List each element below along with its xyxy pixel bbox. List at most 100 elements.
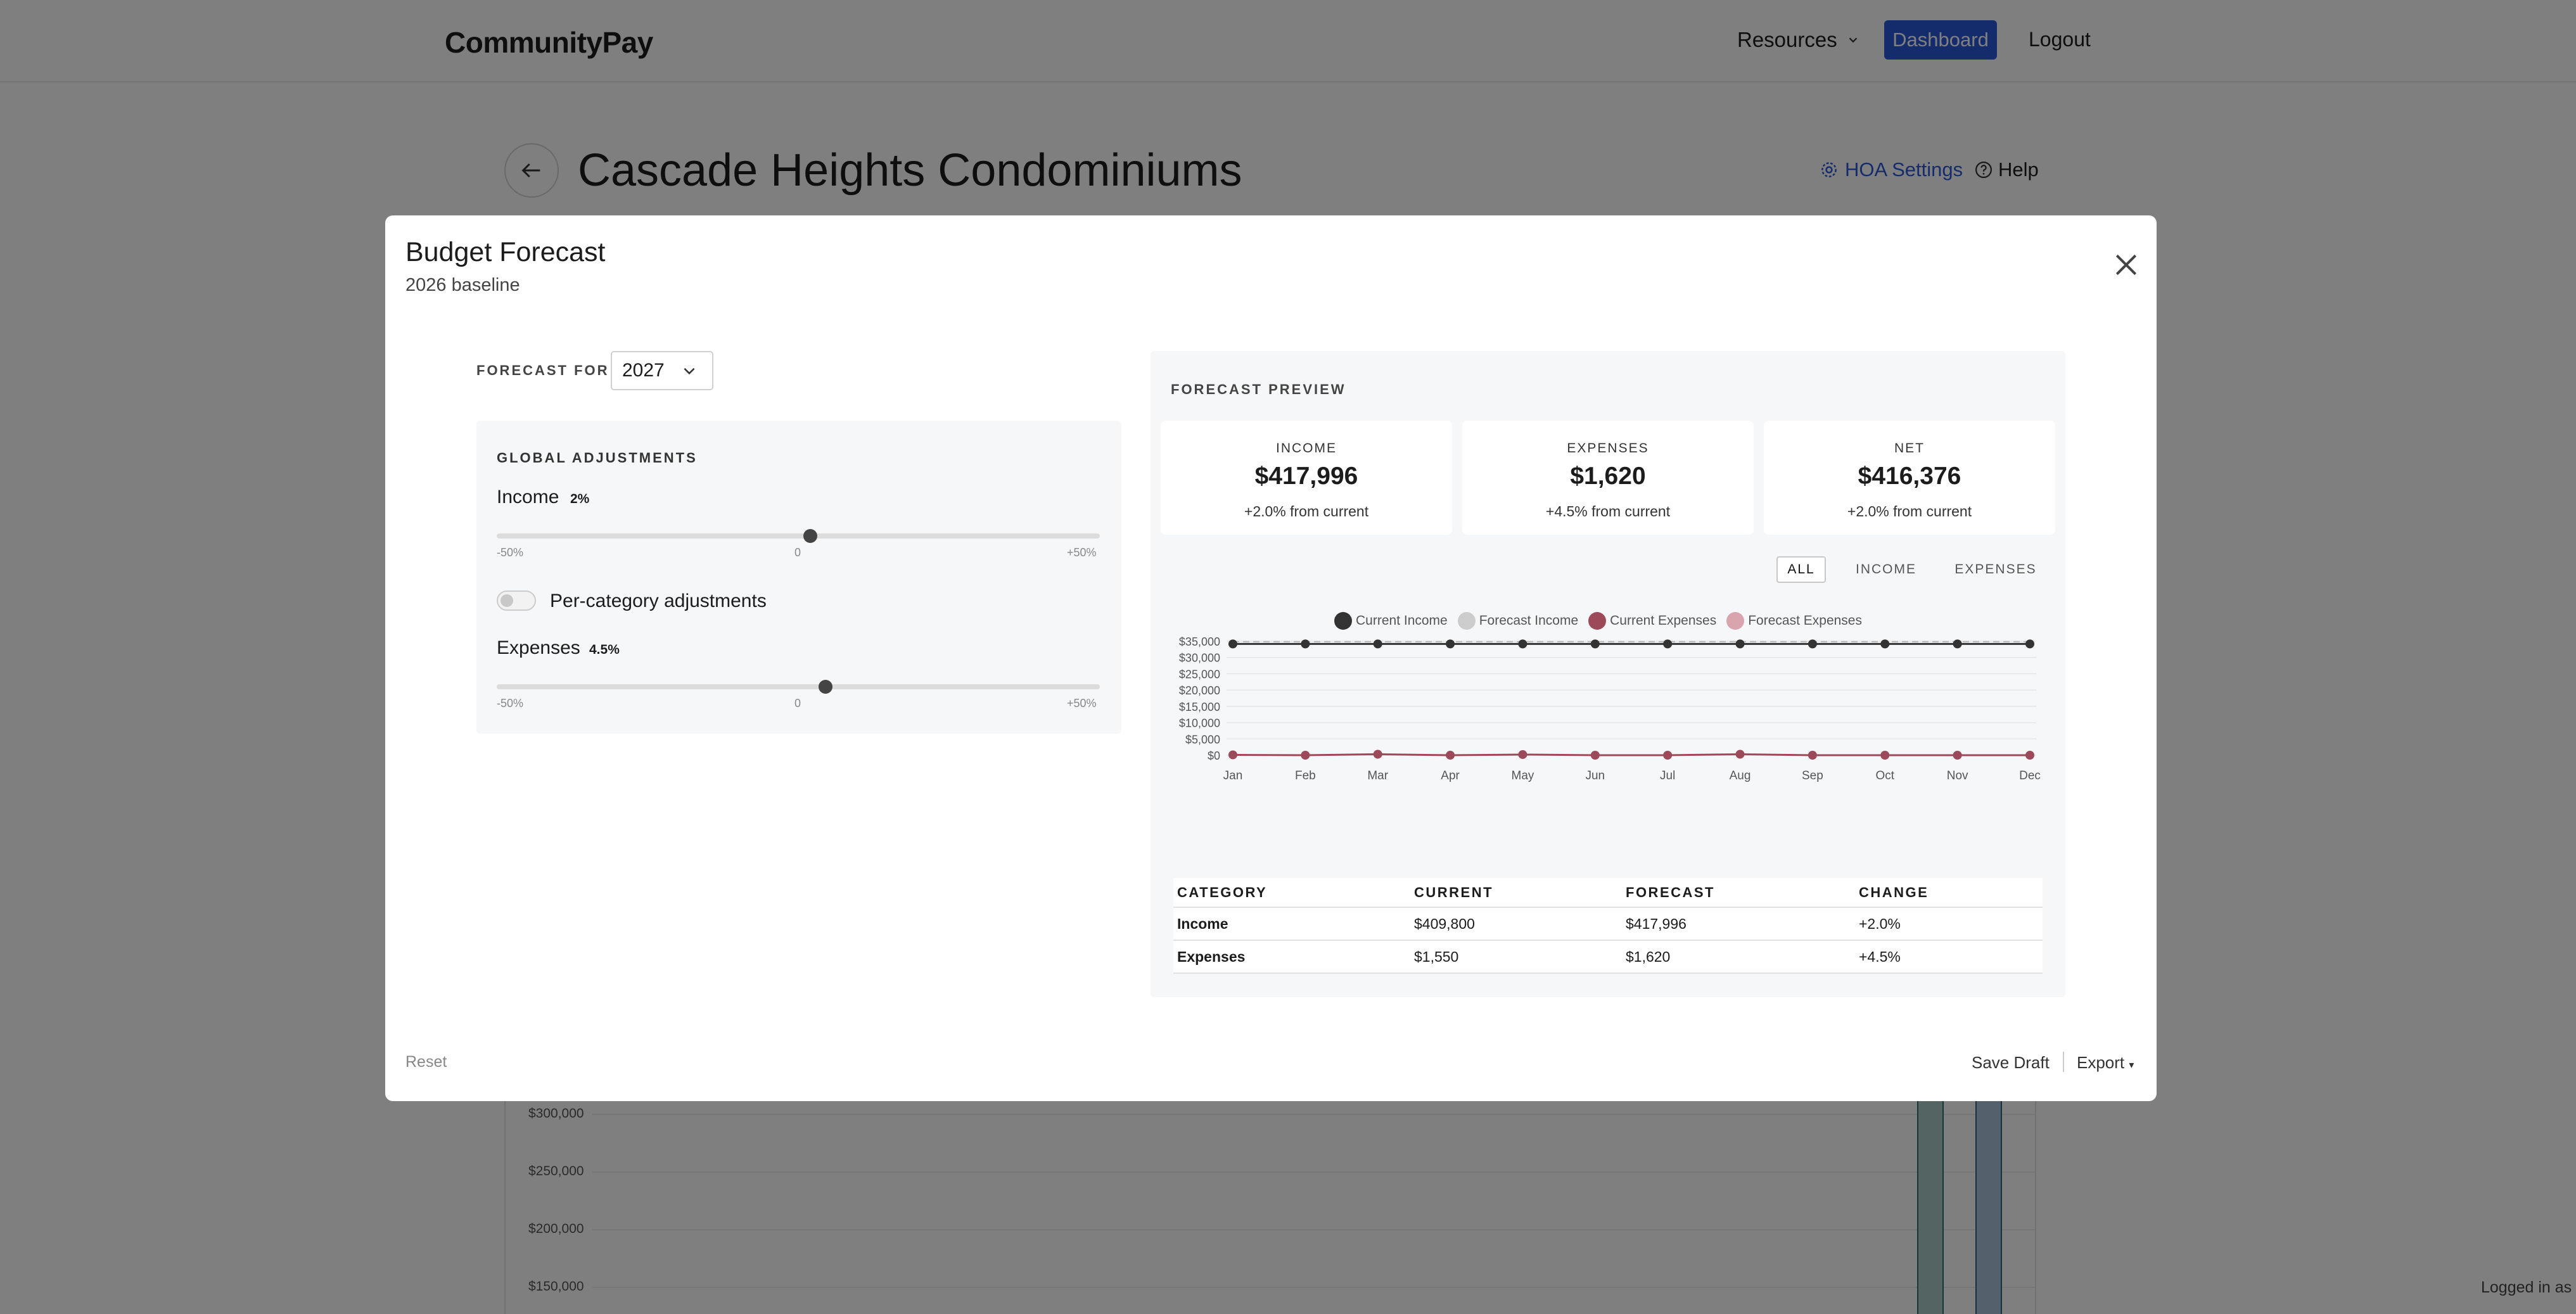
filter-tab-income[interactable]: INCOME [1851, 556, 1921, 583]
income-slider-handle[interactable] [803, 529, 818, 543]
forecast-year-select[interactable]: 2027 [611, 351, 713, 390]
y-tick-label: $35,000 [1179, 635, 1220, 648]
income-adjust-label: Income [497, 487, 559, 507]
x-tick-label: Mar [1367, 769, 1388, 782]
slider-max-label: +50% [1067, 697, 1097, 710]
export-button[interactable]: Export ▾ [2077, 1053, 2134, 1073]
forecast-line-chart: $35,000 $30,000 $25,000 $20,000 $15,000 $10,0… [1179, 635, 2041, 782]
summary-card-expenses: EXPENSES $1,620 +4.5% from current [1462, 421, 1754, 535]
summary-change: +2.0% from current [1847, 503, 1972, 520]
x-tick-label: May [1512, 769, 1534, 782]
legend-item[interactable]: Forecast Income [1457, 612, 1579, 630]
summary-value: $416,376 [1858, 462, 1961, 490]
table-cell: Income [1173, 907, 1410, 941]
data-point [1590, 751, 1600, 760]
global-adjustments-panel: GLOBAL ADJUSTMENTS Income 2% -50% 0 +50%… [476, 421, 1121, 734]
data-point [1880, 751, 1890, 760]
x-tick-label: Dec [2019, 769, 2041, 782]
legend-swatch [1588, 612, 1607, 630]
legend-swatch [1334, 612, 1352, 630]
y-tick-label: $25,000 [1179, 668, 1220, 680]
y-tick-label: $15,000 [1179, 701, 1220, 713]
legend-swatch [1726, 612, 1745, 630]
chart-legend: Current Income Forecast Income Current E… [1334, 611, 1867, 631]
summary-value: $1,620 [1570, 462, 1646, 490]
income-adjust-value: 2% [570, 492, 590, 506]
y-tick-label: $20,000 [1179, 684, 1220, 697]
x-tick-label: Nov [1947, 769, 1968, 782]
summary-label: EXPENSES [1567, 441, 1649, 456]
chevron-down-icon [684, 367, 695, 375]
forecast-table: CATEGORY CURRENT FORECAST CHANGE Income … [1173, 878, 2043, 974]
filter-tab-all[interactable]: ALL [1776, 556, 1826, 583]
expenses-slider-handle[interactable] [818, 680, 832, 694]
data-point [1808, 639, 1817, 649]
data-point [1663, 751, 1673, 760]
global-adjustments-heading: GLOBAL ADJUSTMENTS [497, 450, 698, 466]
table-header: FORECAST [1622, 878, 1855, 908]
legend-item[interactable]: Forecast Expenses [1726, 612, 1862, 630]
table-row: Income $409,800 $417,996 +2.0% [1173, 907, 2043, 941]
forecast-preview-panel: FORECAST PREVIEW INCOME $417,996 +2.0% f… [1151, 351, 2065, 997]
x-tick-label: Aug [1730, 769, 1751, 782]
save-draft-button[interactable]: Save Draft [1972, 1053, 2050, 1073]
table-cell: +4.5% [1855, 940, 2043, 974]
x-tick-label: Sep [1802, 769, 1823, 782]
x-tick-label: Feb [1295, 769, 1316, 782]
data-point [1735, 749, 1745, 759]
slider-min-label: -50% [497, 546, 524, 559]
table-cell: $417,996 [1622, 907, 1855, 941]
x-tick-label: Jul [1660, 769, 1675, 782]
y-tick-label: $5,000 [1185, 733, 1220, 746]
per-category-label: Per-category adjustments [550, 590, 767, 611]
table-cell: +2.0% [1855, 907, 2043, 941]
table-header: CATEGORY [1173, 878, 1410, 908]
per-category-toggle[interactable] [497, 590, 536, 611]
x-tick-label: Apr [1441, 769, 1460, 782]
expenses-adjust-label: Expenses [497, 637, 580, 658]
slider-mid-label: 0 [794, 546, 801, 559]
data-point [1953, 751, 1962, 760]
data-point [1590, 639, 1600, 649]
expenses-slider[interactable] [497, 680, 1100, 694]
legend-label: Forecast Expenses [1748, 613, 1862, 628]
x-tick-label: Jan [1223, 769, 1243, 782]
data-point [1301, 751, 1310, 760]
close-icon[interactable] [2112, 251, 2140, 279]
table-cell: $1,620 [1622, 940, 1855, 974]
data-point [1301, 639, 1310, 649]
table-cell: $409,800 [1410, 907, 1622, 941]
legend-label: Forecast Income [1479, 613, 1579, 628]
income-slider[interactable] [497, 529, 1100, 543]
reset-button[interactable]: Reset [405, 1053, 447, 1071]
caret-down-icon: ▾ [2129, 1060, 2134, 1071]
forecast-preview-heading: FORECAST PREVIEW [1171, 381, 1346, 397]
legend-swatch [1457, 612, 1476, 630]
x-tick-label: Jun [1585, 769, 1605, 782]
filter-tab-expenses[interactable]: EXPENSES [1951, 556, 2040, 583]
footer-divider [2063, 1052, 2064, 1072]
data-point [1808, 751, 1817, 760]
data-point [1953, 639, 1962, 649]
data-point [1446, 639, 1455, 649]
summary-card-income: INCOME $417,996 +2.0% from current [1161, 421, 1452, 535]
table-cell: Expenses [1173, 940, 1410, 974]
summary-label: NET [1894, 441, 1925, 456]
data-point [1373, 749, 1382, 759]
data-point [2025, 751, 2034, 760]
table-row: Expenses $1,550 $1,620 +4.5% [1173, 940, 2043, 974]
legend-item[interactable]: Current Income [1334, 612, 1448, 630]
legend-item[interactable]: Current Expenses [1588, 612, 1716, 630]
data-point [1446, 751, 1455, 760]
forecast-for-label: FORECAST FOR [476, 362, 609, 378]
y-tick-label: $30,000 [1179, 652, 1220, 665]
summary-value: $417,996 [1254, 462, 1358, 490]
legend-label: Current Income [1356, 613, 1448, 628]
data-point [1880, 639, 1890, 649]
budget-forecast-modal: Budget Forecast 2026 baseline FORECAST F… [385, 215, 2157, 1101]
data-point [1228, 750, 1237, 760]
summary-change: +4.5% from current [1545, 503, 1671, 520]
data-point [1735, 639, 1745, 649]
y-tick-label: $0 [1208, 749, 1220, 762]
x-tick-label: Oct [1875, 769, 1894, 782]
